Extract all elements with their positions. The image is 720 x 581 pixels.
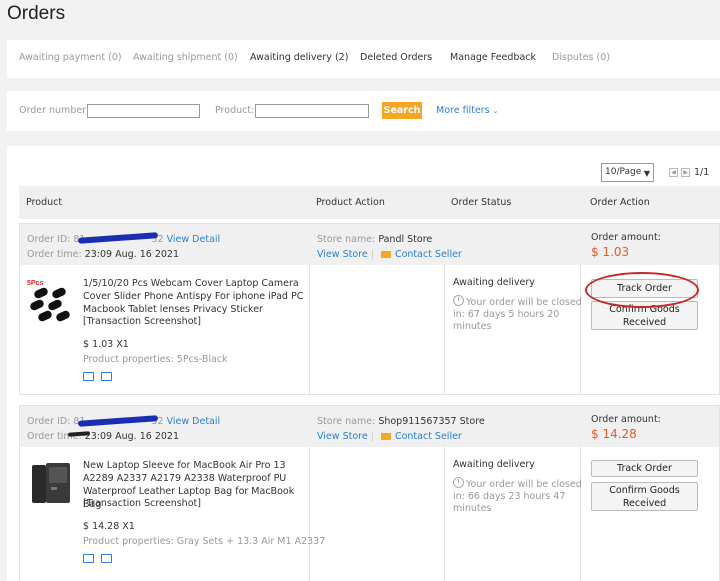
store-label: Store name: bbox=[317, 234, 376, 245]
snapshot-icon[interactable] bbox=[83, 372, 94, 381]
page-indicator: 1/1 bbox=[694, 167, 710, 178]
view-store-link[interactable]: View Store bbox=[317, 431, 368, 442]
order-header: Order ID: 8152 View Detail Order time: 2… bbox=[20, 224, 719, 265]
transaction-screenshot-link[interactable]: [Transaction Screenshot] bbox=[83, 316, 201, 327]
tab-deleted-orders[interactable]: Deleted Orders bbox=[360, 52, 432, 63]
more-filters-link[interactable]: More filters ⌄ bbox=[436, 105, 499, 116]
countdown: Your order will be closed in: 67 days 5 … bbox=[453, 295, 583, 333]
divider bbox=[309, 447, 310, 581]
prev-page-icon[interactable]: ◀ bbox=[669, 168, 678, 177]
transaction-screenshot-link[interactable]: [Transaction Screenshot] bbox=[83, 498, 201, 509]
order-time-row: Order time: 23:09 Aug. 16 2021 bbox=[27, 431, 179, 442]
product-title[interactable]: 1/5/10/20 Pcs Webcam Cover Laptop Camera… bbox=[83, 277, 308, 316]
product-price: $ 14.28 X1 bbox=[83, 521, 135, 532]
view-store-link[interactable]: View Store bbox=[317, 249, 368, 260]
order-number-label: Order number: bbox=[19, 105, 90, 116]
divider bbox=[444, 447, 445, 581]
header-order-action: Order Action bbox=[590, 197, 650, 208]
invoice-icon[interactable] bbox=[101, 554, 112, 563]
table-header: Product Product Action Order Status Orde… bbox=[19, 186, 720, 219]
clock-icon bbox=[453, 477, 464, 488]
order-amount-label: Order amount: bbox=[591, 414, 661, 425]
order-card: Order ID: 8152 View Detail Order time: 2… bbox=[19, 223, 720, 395]
order-header: Order ID: 8152 View Detail Order time: 2… bbox=[20, 406, 719, 447]
order-time-label: Order time: bbox=[27, 249, 82, 260]
chevron-down-icon: ⌄ bbox=[492, 107, 499, 115]
search-button[interactable]: Search bbox=[382, 102, 422, 119]
view-detail-link[interactable]: View Detail bbox=[167, 234, 221, 245]
chevron-down-icon: ▼ bbox=[643, 169, 650, 178]
store-row: Store name: Pandl Store bbox=[317, 234, 432, 245]
tab-disputes[interactable]: Disputes (0) bbox=[552, 52, 610, 63]
store-row: Store name: Shop911567357 Store bbox=[317, 416, 485, 427]
order-status: Awaiting delivery bbox=[453, 277, 535, 288]
order-id-label: Order ID: bbox=[27, 234, 71, 245]
order-status: Awaiting delivery bbox=[453, 459, 535, 470]
confirm-goods-button[interactable]: Confirm Goods Received bbox=[591, 482, 698, 511]
store-name: Shop911567357 Store bbox=[378, 416, 485, 427]
order-body: New Laptop Sleeve for MacBook Air Pro 13… bbox=[20, 447, 719, 581]
order-tabs: Awaiting payment (0) Awaiting shipment (… bbox=[7, 40, 720, 78]
order-amount-label: Order amount: bbox=[591, 232, 661, 243]
invoice-icon[interactable] bbox=[101, 372, 112, 381]
store-name: Pandl Store bbox=[378, 234, 433, 245]
more-filters-label: More filters bbox=[436, 105, 490, 116]
product-price: $ 1.03 X1 bbox=[83, 339, 129, 350]
order-amount: $ 1.03 bbox=[591, 245, 630, 259]
store-label: Store name: bbox=[317, 416, 376, 427]
countdown: Your order will be closed in: 66 days 23… bbox=[453, 477, 583, 515]
clock-icon bbox=[453, 295, 464, 306]
order-amount: $ 14.28 bbox=[591, 427, 637, 441]
order-time-value: 23:09 Aug. 16 2021 bbox=[84, 431, 179, 442]
product-properties: Product properties: Gray Sets + 13.3 Air… bbox=[83, 536, 326, 547]
mail-icon bbox=[380, 251, 391, 258]
header-order-status: Order Status bbox=[451, 197, 512, 208]
product-properties: Product properties: 5Pcs-Black bbox=[83, 354, 228, 365]
product-thumbnail[interactable] bbox=[26, 459, 74, 507]
divider bbox=[309, 265, 310, 394]
page-size-select[interactable]: 10/Page ▼ bbox=[601, 163, 654, 182]
order-card: Order ID: 8152 View Detail Order time: 2… bbox=[19, 405, 720, 581]
order-time-value: 23:09 Aug. 16 2021 bbox=[84, 249, 179, 260]
mail-icon bbox=[380, 433, 391, 440]
countdown-text: Your order will be closed in: 67 days 5 … bbox=[453, 297, 582, 332]
filter-bar: Order number: Product: Search More filte… bbox=[7, 91, 720, 131]
store-links: View Store | Contact Seller bbox=[317, 249, 462, 260]
orders-panel: 10/Page ▼ ◀ ▶ 1/1 Product Product Action… bbox=[7, 146, 720, 581]
product-thumbnail[interactable]: 5Pcs bbox=[26, 277, 74, 325]
order-id-label: Order ID: bbox=[27, 416, 71, 427]
tab-awaiting-payment[interactable]: Awaiting payment (0) bbox=[19, 52, 122, 63]
page-title: Orders bbox=[7, 3, 66, 24]
countdown-text: Your order will be closed in: 66 days 23… bbox=[453, 479, 582, 514]
divider bbox=[444, 265, 445, 394]
next-page-icon[interactable]: ▶ bbox=[681, 168, 690, 177]
tab-awaiting-delivery[interactable]: Awaiting delivery (2) bbox=[250, 52, 348, 63]
contact-seller-link[interactable]: Contact Seller bbox=[395, 249, 462, 260]
product-label: Product: bbox=[215, 105, 255, 116]
view-detail-link[interactable]: View Detail bbox=[167, 416, 221, 427]
order-time-row: Order time: 23:09 Aug. 16 2021 bbox=[27, 249, 179, 260]
header-product: Product bbox=[26, 197, 63, 208]
store-links: View Store | Contact Seller bbox=[317, 431, 462, 442]
header-product-action: Product Action bbox=[316, 197, 385, 208]
product-input[interactable] bbox=[255, 104, 369, 118]
snapshot-icon[interactable] bbox=[83, 554, 94, 563]
track-order-button[interactable]: Track Order bbox=[591, 460, 698, 477]
thumb-badge: 5Pcs bbox=[27, 280, 43, 287]
tab-awaiting-shipment[interactable]: Awaiting shipment (0) bbox=[133, 52, 238, 63]
tab-manage-feedback[interactable]: Manage Feedback bbox=[450, 52, 536, 63]
order-number-input[interactable] bbox=[87, 104, 200, 118]
page-size-value: 10/Page bbox=[605, 167, 642, 177]
contact-seller-link[interactable]: Contact Seller bbox=[395, 431, 462, 442]
annotation-circle bbox=[585, 272, 699, 308]
